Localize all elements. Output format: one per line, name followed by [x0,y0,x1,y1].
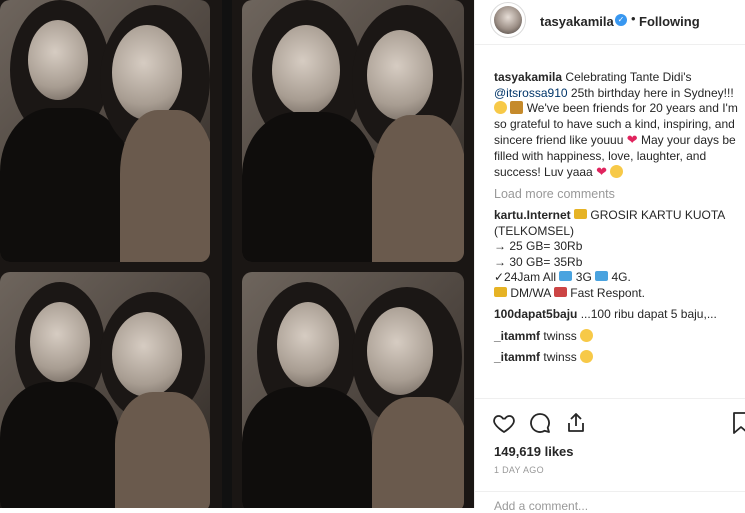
heart-eyes-emoji-icon [580,328,594,342]
header-username[interactable]: tasyakamila [540,14,614,29]
heart-eyes-emoji-icon [580,350,594,363]
likes-count[interactable]: 149,619 likes [494,444,574,459]
comment-item: kartu.Internet GROSIR KARTU KUOTA (TELKO… [494,208,739,301]
sim-card-emoji-icon [574,209,588,219]
comment-text: 3G [575,270,592,284]
share-icon[interactable] [564,411,588,435]
post-timestamp[interactable]: 1 DAY AGO [494,465,544,475]
comment-text: DM/WA [510,285,551,300]
add-comment-placeholder: Add a comment... [494,499,589,513]
comments-list: tasyakamila Celebrating Tante Didi's @it… [494,70,739,372]
caption-mention[interactable]: @itsrossa910 [494,86,568,100]
comment-text: Fast Respont. [570,285,645,300]
comment-username[interactable]: kartu.Internet [494,208,571,222]
post-caption: tasyakamila Celebrating Tante Didi's @it… [494,70,739,181]
red-heart-emoji-icon: ❤ [626,132,638,147]
caption-text-2: 25th birthday here in Sydney!!! [570,85,734,100]
signal-emoji-icon [595,271,609,281]
comment-item: _itammf twinss [494,328,739,345]
comment-text: → 25 GB= 30Rb [494,239,583,253]
photo-strip-left [0,0,222,508]
inbox-emoji-icon [553,286,567,297]
laughing-emoji-icon [494,101,507,114]
comment-username[interactable]: _itammf [494,350,540,364]
photo-strip-right [232,0,474,508]
add-comment-field[interactable]: Add a comment... [475,491,745,513]
post-header: tasyakamila ✓ • Following [475,0,745,45]
load-more-comments-link[interactable]: Load more comments [494,187,739,203]
post-view: tasyakamila ✓ • Following tasyakamila Ce… [0,0,745,513]
speech-bubble-icon[interactable] [528,411,552,435]
caption-text-1: Celebrating Tante Didi's [565,70,692,84]
photo-frame-2 [242,0,464,262]
photo-frame-4 [242,272,464,508]
comment-text: twinss [543,328,577,343]
post-side-panel: tasyakamila ✓ • Following tasyakamila Ce… [474,0,745,513]
photo-frame-3 [0,272,210,508]
post-actions: 149,619 likes 1 DAY AGO Add a comment... [475,398,745,513]
heart-outline-icon[interactable] [492,411,516,435]
comment-item: _itammf twinss [494,350,739,366]
header-separator: • [631,11,636,26]
following-button[interactable]: Following [639,14,700,29]
kissing-face-emoji-icon [610,165,624,178]
profile-avatar[interactable] [490,2,526,38]
comment-text: → 30 GB= 35Rb [494,254,583,269]
signal-emoji-icon [559,271,573,281]
pointing-hand-emoji-icon [494,286,507,297]
comment-text: ...100 ribu dapat 5 baju,... [580,307,717,321]
comment-text: ✓24Jam All [494,270,557,284]
heart-emoji-icon: ❤ [596,164,607,179]
verified-badge-icon: ✓ [615,14,627,26]
comment-text: 4G. [611,270,631,284]
comment-text: twinss [543,350,577,364]
avatar-image [494,6,522,34]
caption-username[interactable]: tasyakamila [494,70,562,84]
post-photo[interactable] [0,0,474,508]
party-popper-emoji-icon [510,101,524,114]
comment-username[interactable]: _itammf [494,329,540,343]
comment-username[interactable]: 100dapat5baju [494,307,577,321]
bookmark-icon[interactable] [733,411,745,435]
photo-frame-1 [0,0,210,262]
comment-item: 100dapat5baju ...100 ribu dapat 5 baju,.… [494,307,739,323]
